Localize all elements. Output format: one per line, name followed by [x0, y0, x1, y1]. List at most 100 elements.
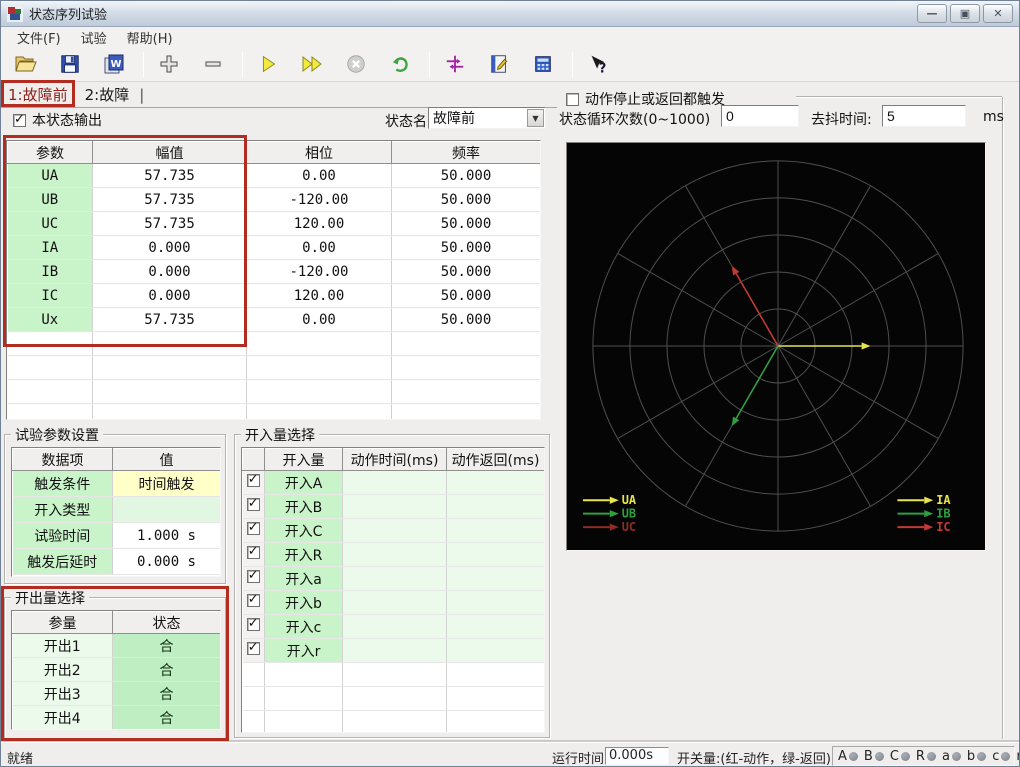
output-state-cell[interactable]: 合 [112, 633, 220, 658]
frequency-cell[interactable]: 50.000 [391, 307, 540, 332]
amplitude-cell[interactable]: 0.000 [92, 259, 247, 284]
run-all-button[interactable] [297, 50, 327, 78]
column-header: 状态 [112, 611, 220, 634]
run-button[interactable] [253, 50, 283, 78]
action-return-cell[interactable] [446, 614, 544, 639]
frequency-cell[interactable]: 50.000 [391, 235, 540, 260]
input-channel-checkbox[interactable] [246, 496, 260, 511]
param-name-cell: UB [7, 187, 93, 212]
action-return-cell[interactable] [446, 494, 544, 519]
action-return-cell[interactable] [446, 638, 544, 663]
phase-cell[interactable]: -120.00 [246, 259, 392, 284]
param-value-cell[interactable]: 1.000 s [112, 522, 220, 549]
toolbar-separator [242, 51, 243, 77]
action-time-cell[interactable] [342, 518, 447, 543]
debounce-input[interactable] [882, 105, 966, 127]
input-channel-checkbox[interactable] [246, 472, 260, 487]
param-value-cell[interactable] [112, 496, 220, 523]
add-state-button[interactable] [154, 50, 184, 78]
action-return-cell[interactable] [446, 542, 544, 567]
param-value-cell[interactable]: 0.000 s [112, 548, 220, 575]
menu-help[interactable]: 帮助(H) [117, 26, 183, 49]
state-output-checkbox[interactable] [13, 112, 26, 127]
frequency-cell[interactable]: 50.000 [391, 259, 540, 284]
phase-cell[interactable]: 120.00 [246, 283, 392, 308]
table-row [242, 686, 544, 711]
empty-cell [391, 403, 540, 419]
status-bar: 就绪 运行时间 0.000s 开关量:(红-动作，绿-返回) ABCRabc r [1, 742, 1019, 767]
column-header [242, 448, 265, 471]
maximize-button[interactable]: ▣ [950, 4, 980, 23]
report-button[interactable] [484, 50, 514, 78]
frequency-cell[interactable]: 50.000 [391, 163, 540, 188]
save-icon [61, 55, 79, 73]
output-state-cell[interactable]: 合 [112, 657, 220, 682]
remove-state-button[interactable] [198, 50, 228, 78]
tab-state-1[interactable]: 1:故障前 [6, 82, 77, 107]
empty-cell [246, 403, 392, 419]
input-channel-checkbox[interactable] [246, 544, 260, 559]
trigger-stop-checkbox[interactable] [566, 92, 579, 106]
action-time-cell[interactable] [342, 494, 447, 519]
indicator-label: a [941, 748, 950, 764]
minimize-button[interactable]: — [917, 4, 947, 23]
output-name-cell: 开出2 [12, 657, 113, 682]
export-word-button[interactable]: W [99, 50, 129, 78]
output-state-cell[interactable]: 合 [112, 681, 220, 706]
output-state-cell[interactable]: 合 [112, 705, 220, 729]
indicator-label: b [966, 748, 976, 764]
param-name-cell: IB [7, 259, 93, 284]
amplitude-cell[interactable]: 57.735 [92, 211, 247, 236]
action-time-cell[interactable] [342, 638, 447, 663]
checkbox-cell [242, 614, 265, 639]
phase-cell[interactable]: 120.00 [246, 211, 392, 236]
action-time-cell[interactable] [342, 614, 447, 639]
empty-cell [92, 379, 247, 404]
amplitude-cell[interactable]: 57.735 [92, 163, 247, 188]
context-help-button[interactable]: ? [583, 50, 613, 78]
action-return-cell[interactable] [446, 470, 544, 495]
save-button[interactable] [55, 50, 85, 78]
action-time-cell[interactable] [342, 542, 447, 567]
input-channel-checkbox[interactable] [246, 520, 260, 535]
table-row: 开出2 合 [12, 657, 220, 682]
menu-test[interactable]: 试验 [71, 26, 117, 49]
waveform-button[interactable] [440, 50, 470, 78]
action-return-cell[interactable] [446, 590, 544, 615]
stop-button[interactable] [341, 50, 371, 78]
param-value-cell[interactable]: 时间触发 [112, 470, 220, 497]
action-time-cell[interactable] [342, 566, 447, 591]
action-time-cell[interactable] [342, 470, 447, 495]
amplitude-cell[interactable]: 57.735 [92, 307, 247, 332]
phase-cell[interactable]: 0.00 [246, 163, 392, 188]
calculator-button[interactable] [528, 50, 558, 78]
input-channel-checkbox[interactable] [246, 616, 260, 631]
undo-button[interactable] [385, 50, 415, 78]
menu-file[interactable]: 文件(F) [7, 26, 71, 49]
state-name-combo[interactable]: 故障前 ▼ [428, 107, 546, 129]
tab-state-2[interactable]: 2:故障 [77, 82, 138, 107]
amplitude-cell[interactable]: 57.735 [92, 187, 247, 212]
phase-cell[interactable]: -120.00 [246, 187, 392, 212]
open-button[interactable] [11, 50, 41, 78]
empty-cell [391, 379, 540, 404]
input-channel-checkbox[interactable] [246, 640, 260, 655]
input-channel-checkbox[interactable] [246, 592, 260, 607]
amplitude-cell[interactable]: 0.000 [92, 283, 247, 308]
chevron-down-icon[interactable]: ▼ [527, 109, 544, 127]
action-time-cell[interactable] [342, 590, 447, 615]
phase-cell[interactable]: 0.00 [246, 235, 392, 260]
input-channel-checkbox[interactable] [246, 568, 260, 583]
close-button[interactable]: ✕ [983, 4, 1013, 23]
empty-cell [264, 662, 343, 687]
action-return-cell[interactable] [446, 518, 544, 543]
amplitude-cell[interactable]: 0.000 [92, 235, 247, 260]
phase-cell[interactable]: 0.00 [246, 307, 392, 332]
cycle-count-input[interactable] [721, 105, 799, 127]
frequency-cell[interactable]: 50.000 [391, 283, 540, 308]
switch-legend-label: 开关量:(红-动作，绿-返回) [677, 752, 831, 767]
action-return-cell[interactable] [446, 566, 544, 591]
frequency-cell[interactable]: 50.000 [391, 211, 540, 236]
svg-text:UA: UA [622, 493, 636, 507]
frequency-cell[interactable]: 50.000 [391, 187, 540, 212]
